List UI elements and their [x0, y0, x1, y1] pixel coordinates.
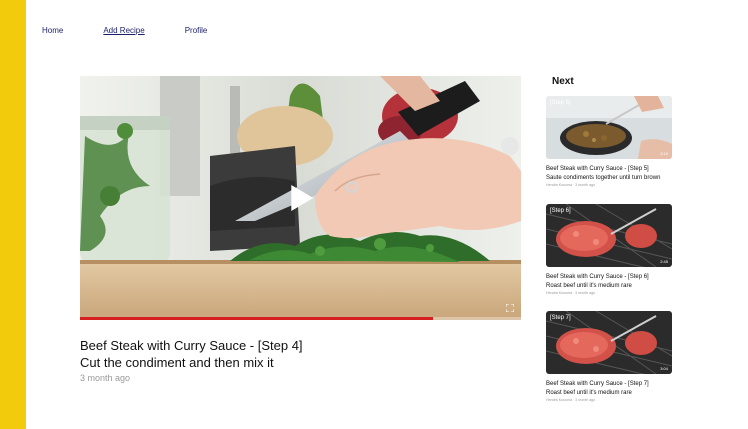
- thumbnail-step-badge: [Step 6]: [550, 208, 571, 214]
- video-title-line2: Cut the condiment and then mix it: [80, 355, 274, 370]
- next-heading: Next: [552, 76, 574, 87]
- next-video-item[interactable]: [Step 7] 3:04 Beef Steak with Curry Sauc…: [546, 311, 672, 402]
- nav-profile-link[interactable]: Profile: [185, 26, 208, 35]
- thumbnail-duration: 3:10: [660, 151, 668, 156]
- left-accent-bar: [0, 0, 26, 429]
- video-title-line1: Beef Steak with Curry Sauce - [Step 4]: [80, 338, 303, 353]
- video-title: Beef Steak with Curry Sauce - [Step 4] C…: [80, 337, 521, 371]
- next-item-title-line2: Roast beef until it's medium rare: [546, 282, 632, 289]
- next-item-title-line2: Roast beef until it's medium rare: [546, 389, 632, 396]
- next-video-item[interactable]: [Step 6] 2:45 Beef Steak with Curry Sauc…: [546, 204, 672, 295]
- next-item-meta: Hendra Kusuma · 3 month ago: [546, 398, 596, 402]
- next-item-title-line2: Saute condiments together until turn bro…: [546, 174, 661, 181]
- next-item-title[interactable]: Beef Steak with Curry Sauce - [Step 5] S…: [546, 165, 672, 182]
- thumbnail-step-badge: [Step 5]: [550, 100, 571, 106]
- next-item-meta: Hendra Kusuma · 3 month ago: [546, 291, 596, 295]
- thumbnail-step-badge: [Step 7]: [550, 315, 571, 321]
- nav-add-recipe-link[interactable]: Add Recipe: [103, 26, 144, 35]
- video-thumbnail[interactable]: [Step 7] 3:04: [546, 311, 672, 374]
- fullscreen-icon[interactable]: [506, 304, 514, 312]
- video-thumbnail[interactable]: [Step 5] 3:10: [546, 96, 672, 159]
- next-item-title[interactable]: Beef Steak with Curry Sauce - [Step 7] R…: [546, 380, 672, 397]
- thumbnail-duration: 3:04: [660, 366, 668, 371]
- nav-home-link[interactable]: Home: [42, 26, 63, 35]
- next-item-meta: Hendra Kusuma · 3 month ago: [546, 183, 596, 187]
- next-item-title-line1: Beef Steak with Curry Sauce - [Step 5]: [546, 166, 649, 172]
- top-nav: Home Add Recipe Profile: [42, 26, 207, 35]
- next-video-item[interactable]: [Step 5] 3:10 Beef Steak with Curry Sauc…: [546, 96, 672, 187]
- video-meta: 3 month ago: [80, 373, 131, 383]
- video-thumbnail[interactable]: [Step 6] 2:45: [546, 204, 672, 267]
- next-item-title-line1: Beef Steak with Curry Sauce - [Step 7]: [546, 381, 649, 387]
- next-item-title[interactable]: Beef Steak with Curry Sauce - [Step 6] R…: [546, 273, 672, 290]
- next-item-title-line1: Beef Steak with Curry Sauce - [Step 6]: [546, 274, 649, 280]
- video-player[interactable]: [80, 76, 521, 320]
- thumbnail-duration: 2:45: [660, 259, 668, 264]
- progress-fill[interactable]: [80, 317, 433, 320]
- play-icon[interactable]: [289, 183, 315, 213]
